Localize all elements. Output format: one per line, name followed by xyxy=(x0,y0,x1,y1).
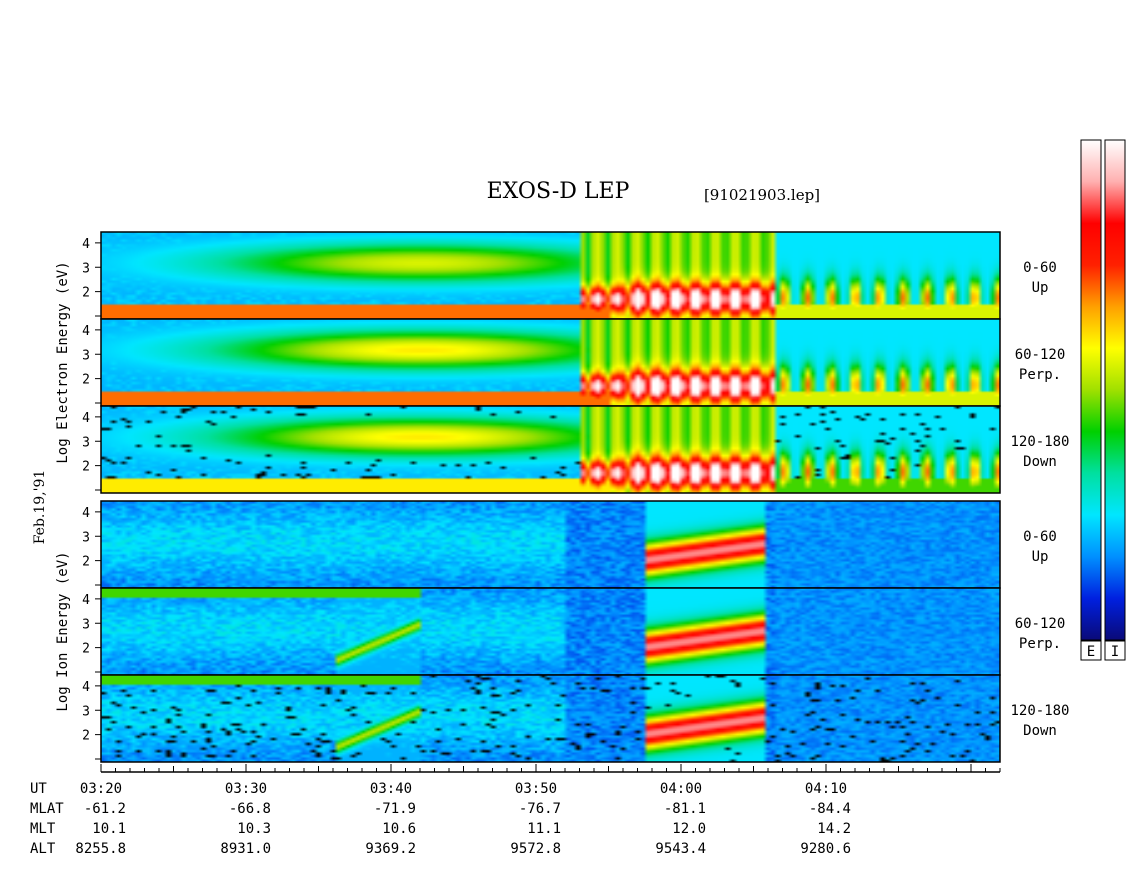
y-tick-label: 4 xyxy=(82,411,90,426)
y-tick-label: 2 xyxy=(82,555,90,570)
pitch-range-label: 0-60 xyxy=(1023,260,1057,276)
y-tick-label: 4 xyxy=(82,506,90,521)
pitch-direction-label: Up xyxy=(1032,280,1049,296)
spectrogram-raster xyxy=(101,501,1000,588)
pitch-direction-label: Perp. xyxy=(1019,367,1061,383)
ephemeris-row-name: UT xyxy=(30,781,47,797)
ephemeris-value: 03:40 xyxy=(370,781,412,797)
y-tick-label: 4 xyxy=(82,593,90,608)
ephemeris-value: 03:20 xyxy=(80,781,122,797)
pitch-range-label: 120-180 xyxy=(1010,703,1069,719)
ephemeris-value: 10.6 xyxy=(382,821,416,837)
pitch-angle-labels: 0-60 Up 60-120 Perp. 120-180 Down 0-60 Up 60-120… xyxy=(1010,260,1069,739)
ephemeris-value: 9280.6 xyxy=(800,841,851,857)
pitch-direction-label: Perp. xyxy=(1019,636,1061,652)
ephemeris-row-name: MLAT xyxy=(30,801,64,817)
ephemeris-value: -71.9 xyxy=(374,801,416,817)
ephemeris-value: 03:50 xyxy=(515,781,557,797)
electron-panel-3: 2 3 4 xyxy=(82,405,1001,494)
ephemeris-value: 8255.8 xyxy=(75,841,126,857)
y-tick-label: 3 xyxy=(82,261,90,276)
y-tick-label: 2 xyxy=(82,729,90,744)
colorbar-gradient xyxy=(1104,139,1126,641)
ephemeris-value: 11.1 xyxy=(527,821,561,837)
ephemeris-value: 04:00 xyxy=(660,781,702,797)
spectrogram-raster xyxy=(101,319,1000,406)
colorbar-label: I xyxy=(1111,644,1119,660)
electron-panel-1: 2 3 4 xyxy=(82,231,1001,320)
y-tick-label: 4 xyxy=(82,680,90,695)
spectrogram-panels: 2 3 4 2 3 4 2 3 4 2 3 4 2 3 4 2 3 4 xyxy=(82,231,1001,763)
ephemeris-value: 8931.0 xyxy=(220,841,271,857)
ephemeris-value: 10.3 xyxy=(237,821,271,837)
y-tick-label: 3 xyxy=(82,435,90,450)
spectrogram-raster xyxy=(101,232,1000,319)
pitch-direction-label: Up xyxy=(1032,549,1049,565)
ephemeris-value: 14.2 xyxy=(817,821,851,837)
ephemeris-value: 9543.4 xyxy=(655,841,706,857)
pitch-range-label: 60-120 xyxy=(1015,347,1066,363)
ephemeris-value: -76.7 xyxy=(519,801,561,817)
ephemeris-value: 12.0 xyxy=(672,821,706,837)
chart-title: EXOS-D LEP xyxy=(487,179,630,204)
pitch-direction-label: Down xyxy=(1023,723,1057,739)
spectrogram-raster xyxy=(101,406,1000,493)
ephemeris-value: -84.4 xyxy=(809,801,851,817)
ephemeris-value: -66.8 xyxy=(229,801,271,817)
date-label: Feb.19,'91 xyxy=(32,470,48,545)
spectrogram-raster xyxy=(101,588,1000,675)
y-tick-label: 3 xyxy=(82,530,90,545)
ion-panel-1: 2 3 4 xyxy=(82,500,1001,589)
y-tick-label: 3 xyxy=(82,348,90,363)
electron-panel-2: 2 3 4 xyxy=(82,318,1001,407)
y-tick-label: 2 xyxy=(82,286,90,301)
ephemeris-value: 03:30 xyxy=(225,781,267,797)
ion-panel-2: 2 3 4 xyxy=(82,587,1001,676)
y-tick-label: 4 xyxy=(82,324,90,339)
y-tick-label: 4 xyxy=(82,237,90,252)
energy-axis-label: Log Electron Energy (eV) xyxy=(55,261,71,463)
ephemeris-value: -81.1 xyxy=(664,801,706,817)
colorbar-label: E xyxy=(1087,644,1095,660)
ephemeris-value: 9572.8 xyxy=(510,841,561,857)
ephemeris-value: 9369.2 xyxy=(365,841,416,857)
colorbar-gradient xyxy=(1080,139,1102,641)
ephemeris-table: UT 03:20 03:30 03:40 03:50 04:00 04:10 MLAT -61.… xyxy=(30,781,851,857)
ephemeris-value: 04:10 xyxy=(805,781,847,797)
ephemeris-value: 10.1 xyxy=(92,821,126,837)
ephemeris-row-name: MLT xyxy=(30,821,56,837)
pitch-range-label: 0-60 xyxy=(1023,529,1057,545)
ephemeris-row-name: ALT xyxy=(30,841,56,857)
pitch-range-label: 60-120 xyxy=(1015,616,1066,632)
y-tick-label: 3 xyxy=(82,617,90,632)
time-axis xyxy=(100,764,1001,773)
y-tick-label: 2 xyxy=(82,460,90,475)
colorbar-E: E xyxy=(1080,139,1102,661)
spectrogram-figure: EXOS-D LEP [91021903.lep] 2 3 4 2 3 4 2 3 4 2 3 4 2 3… xyxy=(30,139,1126,857)
file-label: [91021903.lep] xyxy=(704,186,820,204)
energy-axis-label: Log Ion Energy (eV) xyxy=(55,551,71,711)
ephemeris-value: -61.2 xyxy=(84,801,126,817)
ion-panel-3: 2 3 4 xyxy=(82,674,1001,763)
y-tick-label: 2 xyxy=(82,642,90,657)
pitch-direction-label: Down xyxy=(1023,454,1057,470)
spectrogram-raster xyxy=(101,675,1000,762)
pitch-range-label: 120-180 xyxy=(1010,434,1069,450)
colorbar-I: I xyxy=(1104,139,1126,661)
y-tick-label: 2 xyxy=(82,373,90,388)
color-scale-bars: EI xyxy=(1080,139,1126,661)
energy-axis-labels: Log Electron Energy (eV) Log Ion Energy (… xyxy=(55,261,71,711)
y-tick-label: 3 xyxy=(82,704,90,719)
